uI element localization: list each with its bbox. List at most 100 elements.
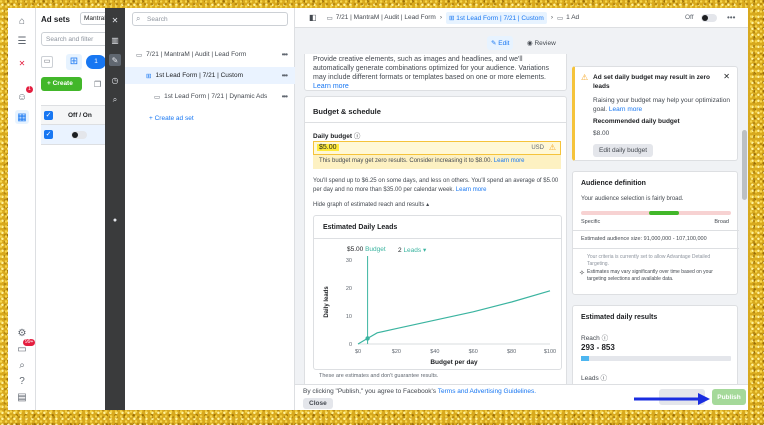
- tree-search-input[interactable]: Search: [132, 12, 288, 26]
- audience-meter: [581, 211, 731, 215]
- tab-review[interactable]: ◉ Review: [523, 36, 560, 50]
- alert-learn-more-link[interactable]: Learn more: [609, 106, 642, 113]
- adsets-panel: Ad sets MantraM Search and filter ▭ ⊞ 1 …: [36, 8, 111, 410]
- more-options-icon[interactable]: •••: [282, 50, 288, 59]
- budget-marker-point: [365, 336, 370, 341]
- audience-specific-label: Specific: [581, 219, 601, 225]
- adset-grid-icon: ⊞: [146, 72, 152, 80]
- breadcrumb-ad[interactable]: 1 Ad: [566, 14, 579, 21]
- home-icon[interactable]: ⌂: [15, 14, 29, 28]
- create-adset-link[interactable]: + Create ad set: [149, 115, 194, 122]
- more-options-icon[interactable]: •••: [282, 92, 288, 101]
- tree-item-adset[interactable]: ⊞ 1st Lead Form | 7/21 | Custom •••: [125, 67, 295, 84]
- reach-bar: [581, 356, 731, 361]
- help-icon[interactable]: ?: [15, 374, 29, 388]
- x-axis-label: Budget per day: [430, 359, 478, 366]
- y-tick-label: 10: [346, 314, 352, 320]
- pencil-icon[interactable]: ✎: [109, 54, 121, 66]
- spend-learn-more-link[interactable]: Learn more: [456, 187, 487, 193]
- close-button[interactable]: Close: [303, 398, 333, 409]
- off-on-column-header: Off / On: [68, 112, 92, 119]
- alert-title: Ad set daily budget may result in zero l…: [593, 74, 711, 90]
- info-icon: ⓘ: [353, 133, 361, 140]
- chart-icon[interactable]: ▥: [109, 34, 121, 46]
- chevron-right-icon: ›: [550, 14, 553, 21]
- report-icon[interactable]: ▤: [15, 390, 29, 404]
- zoom-icon[interactable]: ⌕: [109, 94, 121, 106]
- spend-note: You'll spend up to $6.25 on some days, a…: [313, 178, 559, 193]
- tree-item-label: 1st Lead Form | 7/21 | Custom: [155, 72, 244, 79]
- edit-daily-budget-button[interactable]: Edit daily budget: [593, 144, 654, 157]
- breadcrumb: ◧ ▭ 7/21 | MantraM | Audit | Lead Form ›…: [295, 8, 748, 28]
- tab-edit[interactable]: ✎ Edit: [487, 36, 514, 50]
- recommended-budget-value: $8.00: [593, 130, 610, 137]
- audience-size: Estimated audience size: 91,000,000 - 10…: [581, 236, 707, 242]
- reach-bar-fill: [581, 356, 589, 361]
- chevron-up-icon: ▴: [426, 202, 430, 208]
- publish-button[interactable]: Publish: [712, 389, 746, 405]
- breadcrumb-adset[interactable]: ⊞ 1st Lead Form | 7/21 | Custom: [445, 11, 547, 24]
- daily-budget-input[interactable]: $5.00 USD ⚠: [313, 141, 561, 155]
- leads-label: Leads ⓘ: [581, 375, 608, 382]
- budget-section-title: Budget & schedule: [313, 107, 381, 116]
- close-icon[interactable]: ✕: [723, 72, 730, 81]
- more-options-icon[interactable]: •••: [282, 71, 288, 80]
- audience-note-2: Estimates may vary significantly over ti…: [587, 269, 713, 282]
- budget-schedule-card: Budget & schedule Daily budget ⓘ $5.00 U…: [304, 96, 567, 384]
- clock-icon[interactable]: ◷: [109, 74, 121, 86]
- folder-icon: ▭: [136, 51, 143, 59]
- folder-icon[interactable]: ▭: [41, 56, 53, 68]
- audience-status: Your audience selection is fairly broad.: [581, 196, 684, 202]
- edit-review-tabs: ✎ Edit ◉ Review: [295, 28, 748, 54]
- footer-bar: By clicking "Publish," you agree to Face…: [295, 384, 748, 410]
- duplicate-icon[interactable]: ❐: [94, 80, 101, 89]
- tree-item-label: 1st Lead Form | 7/21 | Dynamic Ads: [164, 93, 268, 100]
- chart-plot: $0 $20 $40 $60 $80 $100 0 10 20 30 Daily leads Budg…: [324, 256, 556, 366]
- hide-graph-link[interactable]: Hide graph of estimated reach and result…: [313, 201, 429, 208]
- audience-title: Audience definition: [581, 180, 646, 187]
- search-icon[interactable]: ⌕: [15, 358, 29, 372]
- tree-item-label: 7/21 | MantraM | Audit | Lead Form: [146, 51, 247, 58]
- tree-item-campaign[interactable]: ▭ 7/21 | MantraM | Audit | Lead Form •••: [125, 46, 295, 63]
- recommended-budget-label: Recommended daily budget: [593, 118, 680, 125]
- selected-count-badge: 1: [86, 55, 106, 69]
- editor-tool-strip: ✕ ▥ ✎ ◷ ⌕ ●: [105, 8, 125, 410]
- budget-value: $5.00: [317, 144, 339, 151]
- creative-description: Provide creative elements, such as image…: [313, 56, 550, 81]
- creative-learn-more-link[interactable]: Learn more: [313, 83, 349, 90]
- row-on-off-toggle[interactable]: [71, 131, 87, 139]
- audience-meter-fill: [648, 211, 679, 215]
- adobe-icon[interactable]: ✕: [15, 56, 29, 70]
- select-all-checkbox[interactable]: ✓: [44, 111, 53, 120]
- close-icon[interactable]: ✕: [109, 14, 121, 26]
- y-tick-label: 20: [346, 286, 352, 292]
- audience-definition-card: Audience definition Your audience select…: [572, 171, 739, 295]
- sidebar-toggle-icon[interactable]: ◧: [309, 13, 317, 22]
- view-grid-icon[interactable]: ⊞: [66, 54, 82, 70]
- scrollbar[interactable]: [741, 54, 748, 384]
- status-toggle[interactable]: [701, 13, 717, 22]
- create-button[interactable]: + Create: [41, 77, 82, 91]
- y-tick-label: 0: [349, 342, 352, 348]
- grid-icon[interactable]: ▦: [15, 110, 29, 124]
- scrollbar-thumb[interactable]: [742, 130, 747, 200]
- warning-icon: ⚠: [548, 143, 556, 152]
- left-icon-rail: ⌂ ☰ ✕ ☺ 1 ▦ ⚙ ▭ 99+ ⌕ ? ▤: [8, 8, 36, 410]
- settings-icon[interactable]: ⚙: [15, 326, 29, 340]
- campaign-tree-panel: ⌕ Search ▭ 7/21 | MantraM | Audit | Lead…: [125, 8, 295, 410]
- creative-card: Provide creative elements, such as image…: [304, 54, 567, 91]
- more-options-icon[interactable]: •••: [727, 13, 735, 22]
- chart-footnote: These are estimates and don't guarantee …: [319, 373, 439, 379]
- breadcrumb-campaign[interactable]: 7/21 | MantraM | Audit | Lead Form: [336, 14, 436, 21]
- menu-icon[interactable]: ☰: [15, 34, 29, 48]
- warning-learn-more-link[interactable]: Learn more: [494, 158, 525, 164]
- row-checkbox[interactable]: ✓: [44, 130, 53, 139]
- folder-icon: ▭: [326, 14, 333, 22]
- info-icon[interactable]: ●: [109, 214, 121, 226]
- table-row[interactable]: ✓: [41, 125, 111, 145]
- adsets-search-input[interactable]: Search and filter: [41, 32, 111, 46]
- terms-link[interactable]: Terms and Advertising Guidelines.: [438, 388, 536, 395]
- tree-item-ad[interactable]: ▭ 1st Lead Form | 7/21 | Dynamic Ads •••: [125, 88, 295, 105]
- x-tick-label: $20: [392, 349, 401, 355]
- budget-alert-card: ⚠ Ad set daily budget may result in zero…: [572, 66, 738, 161]
